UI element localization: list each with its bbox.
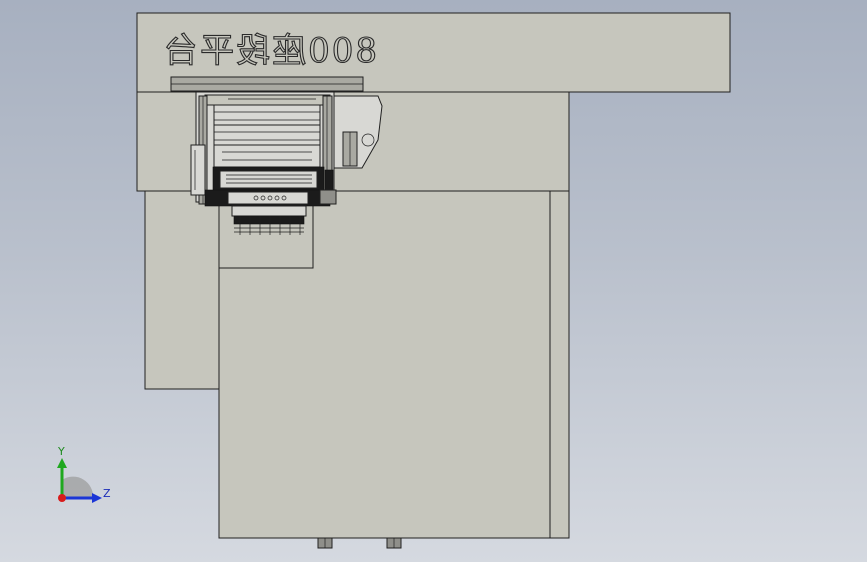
y-axis-label: Y	[57, 445, 65, 458]
engraved-label: 800座段平台	[162, 31, 377, 71]
engraved-label-group: 800座段平台	[162, 30, 378, 71]
main-body[interactable]	[144, 190, 570, 539]
z-axis-label: Z	[103, 487, 111, 500]
graphics-viewport[interactable]: 800座段平台 Y Z	[0, 0, 867, 562]
triad-rotation-icon	[62, 476, 94, 498]
bottom-feet[interactable]	[317, 537, 402, 549]
z-axis-arrow-icon	[92, 493, 102, 503]
y-axis-arrow-icon	[57, 458, 67, 468]
coordinate-triad[interactable]: Y Z	[57, 445, 111, 503]
cad-model-view[interactable]: 800座段平台 Y Z	[0, 0, 867, 562]
x-axis-dot-icon	[58, 494, 66, 502]
